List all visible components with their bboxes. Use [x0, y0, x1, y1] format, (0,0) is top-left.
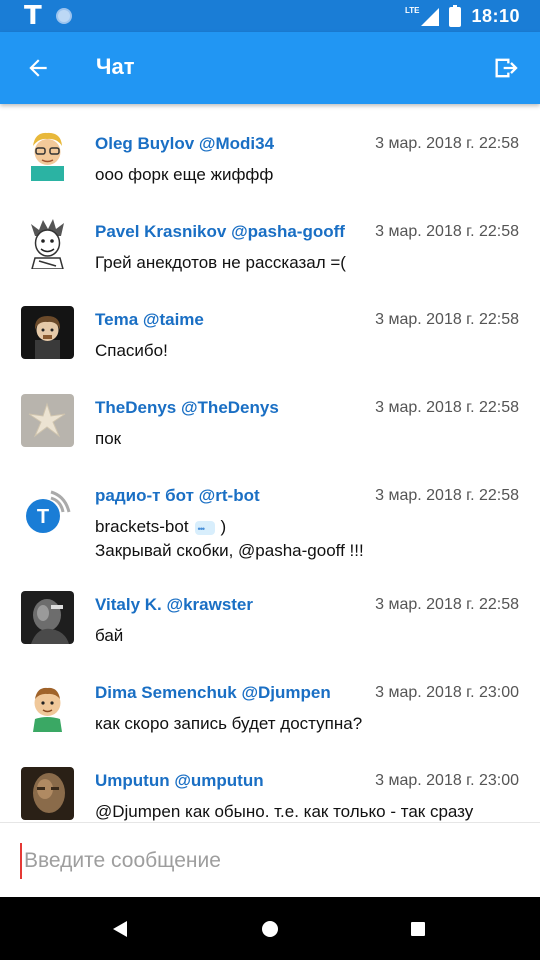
- nav-home-button[interactable]: [258, 917, 282, 941]
- message-item[interactable]: T радио-т бот @rt-bot 3 мар. 2018 г. 22:…: [0, 478, 540, 582]
- message-author[interactable]: Vitaly K. @krawster: [95, 595, 253, 615]
- avatar[interactable]: [21, 394, 74, 447]
- message-author[interactable]: Oleg Buylov @Modi34: [95, 134, 274, 154]
- avatar[interactable]: [21, 679, 74, 732]
- svg-text:T: T: [37, 506, 49, 528]
- app-notification-icon: T: [24, 1, 42, 31]
- status-bar: T LTE 18:10: [0, 0, 540, 32]
- arrow-left-icon: [29, 59, 47, 77]
- message-list[interactable]: Oleg Buylov @Modi34 3 мар. 2018 г. 22:58…: [0, 104, 540, 822]
- message-date: 3 мар. 2018 г. 22:58: [375, 596, 519, 613]
- system-nav-bar: [0, 897, 540, 960]
- message-date: 3 мар. 2018 г. 22:58: [375, 135, 519, 152]
- bracket-text: ): [220, 517, 227, 536]
- message-text: @Djumpen как обыно. т.е. как только - та…: [95, 802, 474, 821]
- message-text: Грей анекдотов не рассказал =(: [95, 253, 346, 272]
- message-composer: [0, 822, 540, 897]
- avatar[interactable]: [21, 128, 74, 181]
- message-date: 3 мар. 2018 г. 22:58: [375, 487, 519, 504]
- network-type: LTE: [404, 6, 420, 15]
- app-toolbar: Чат: [0, 32, 540, 104]
- message-date: 3 мар. 2018 г. 22:58: [375, 399, 519, 416]
- clock: 18:10: [471, 6, 520, 26]
- exit-icon: [495, 58, 518, 78]
- message-item[interactable]: Pavel Krasnikov @pasha-gooff 3 мар. 2018…: [0, 214, 540, 294]
- message-item[interactable]: Umputun @umputun 3 мар. 2018 г. 23:00 @D…: [0, 763, 540, 822]
- speech-bubble-icon: [194, 518, 215, 540]
- message-item[interactable]: Oleg Buylov @Modi34 3 мар. 2018 г. 22:58…: [0, 126, 540, 206]
- message-item[interactable]: Tema @taime 3 мар. 2018 г. 22:58 Спасибо…: [0, 302, 540, 382]
- message-text: как скоро запись будет доступна?: [95, 714, 363, 733]
- message-author[interactable]: Dima Semenchuk @Djumpen: [95, 683, 331, 703]
- message-author[interactable]: Tema @taime: [95, 310, 204, 330]
- avatar[interactable]: T: [21, 484, 74, 537]
- triangle-back-icon: [113, 921, 127, 937]
- message-item[interactable]: Dima Semenchuk @Djumpen 3 мар. 2018 г. 2…: [0, 675, 540, 755]
- status-indicators: LTE 18:10: [404, 4, 520, 27]
- message-date: 3 мар. 2018 г. 23:00: [375, 772, 519, 789]
- avatar[interactable]: [21, 767, 74, 820]
- avatar[interactable]: [21, 216, 74, 269]
- nav-back-button[interactable]: [108, 917, 132, 941]
- page-title: Чат: [96, 54, 135, 79]
- sync-icon: [55, 8, 72, 24]
- message-text-line2: Закрывай скобки, @pasha-gooff !!!: [95, 541, 364, 560]
- message-text: пок: [95, 429, 122, 448]
- bot-name: brackets-bot: [95, 517, 189, 536]
- avatar[interactable]: [21, 306, 74, 359]
- message-date: 3 мар. 2018 г. 22:58: [375, 223, 519, 240]
- message-item[interactable]: TheDenys @TheDenys 3 мар. 2018 г. 22:58 …: [0, 390, 540, 470]
- message-text: brackets-bot): [95, 516, 227, 540]
- message-input[interactable]: [20, 843, 520, 879]
- battery-icon: [449, 4, 462, 27]
- exit-button[interactable]: [486, 48, 526, 88]
- circle-home-icon: [262, 921, 278, 937]
- back-button[interactable]: [16, 46, 60, 90]
- message-date: 3 мар. 2018 г. 23:00: [375, 684, 519, 701]
- signal-icon: [421, 7, 440, 26]
- avatar[interactable]: [21, 591, 74, 644]
- message-date: 3 мар. 2018 г. 22:58: [375, 311, 519, 328]
- square-recents-icon: [411, 922, 425, 936]
- message-text: ооо форк еще жиффф: [95, 165, 274, 184]
- message-item[interactable]: Vitaly K. @krawster 3 мар. 2018 г. 22:58…: [0, 587, 540, 667]
- message-author[interactable]: TheDenys @TheDenys: [95, 398, 279, 418]
- message-author[interactable]: Pavel Krasnikov @pasha-gooff: [95, 222, 345, 242]
- message-author[interactable]: Umputun @umputun: [95, 771, 264, 791]
- message-author[interactable]: радио-т бот @rt-bot: [95, 486, 260, 506]
- status-notifications: T: [24, 3, 72, 29]
- message-text: Спасибо!: [95, 341, 168, 360]
- message-text: бай: [95, 626, 124, 645]
- nav-recents-button[interactable]: [406, 917, 430, 941]
